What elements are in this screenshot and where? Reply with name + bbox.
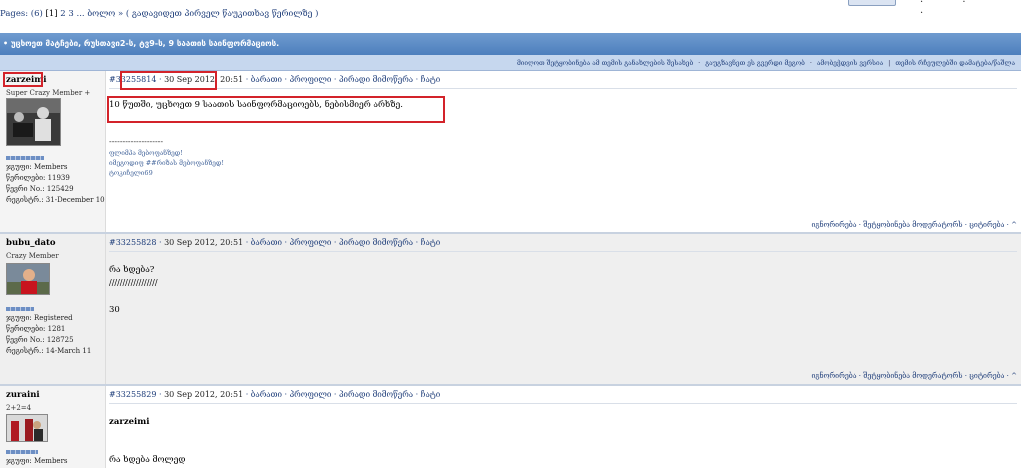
post: bubu_dato Crazy Member ჯგუფი: Registered…: [0, 234, 1021, 384]
post-date: 30 Sep 2012, 20:51: [164, 238, 244, 247]
avatar: [6, 263, 50, 295]
subscribe-link[interactable]: მიიღოთ შეტყობინება ამ თემის განახლების შ…: [517, 59, 693, 67]
top-bar: Pages: (6) [1] 2 3 ... ბოლო » ( გადავიდე…: [0, 0, 1024, 30]
post-number-link[interactable]: #33255829: [109, 390, 156, 399]
avatar: [6, 414, 48, 442]
post-author-stats: ჯგუფი: Registered წერილები: 1281 წევრი N…: [6, 314, 92, 355]
post-body-line: რა ხდება?: [109, 265, 155, 275]
topic-links-bar: მიიღოთ შეტყობინება ამ თემის განახლების შ…: [0, 55, 1021, 71]
post-actions[interactable]: · ბარათი · პროფილი · პირადი მიმოწერა · ჩ…: [243, 238, 441, 247]
post-author-name[interactable]: bubu_dato: [6, 238, 56, 248]
post-author-panel: bubu_dato Crazy Member ჯგუფი: Registered…: [0, 234, 106, 384]
pagination-pages[interactable]: 2 3 ...: [58, 9, 88, 19]
post-author-stats: ჯგუფი: Members: [6, 457, 68, 465]
highlight-box-body: [107, 96, 445, 123]
post-author-rank: 2+2=4: [6, 404, 32, 412]
post-header: #33255828 · 30 Sep 2012, 20:51 · ბარათი …: [109, 238, 441, 247]
pagination-current: [1]: [45, 9, 58, 19]
pagination: Pages: (6) [1] 2 3 ... ბოლო » ( გადავიდე…: [0, 9, 318, 19]
post-body-line: რა ხდება მოლედ: [109, 455, 186, 465]
print-version-link[interactable]: ამობეჭდვის ვერსია: [817, 59, 883, 67]
rank-stars: [6, 450, 38, 454]
post-body-line: //////////////////: [109, 278, 158, 287]
post-body-line: 30: [109, 305, 120, 315]
post-author-name[interactable]: zuraini: [6, 390, 40, 400]
highlight-box-date: [120, 71, 217, 90]
post-author-panel: zarzeimi Super Crazy Member + ჯგუფი: Mem…: [0, 71, 106, 233]
post-content: #33255828 · 30 Sep 2012, 20:51 · ბარათი …: [106, 234, 1021, 384]
jump-to-unread-link[interactable]: ( გადავიდეთ პირველ წაუკითხავ წერილზე ): [126, 9, 319, 19]
rank-stars: [6, 156, 44, 160]
post-footer-links[interactable]: იგნორირება · შეტყობინება მოდერატორს · ცი…: [812, 221, 1018, 229]
post-content: #33255829 · 30 Sep 2012, 20:51 · ბარათი …: [106, 386, 1021, 468]
send-page-link[interactable]: გაუგზავნეთ ეს გვერდი მეგობ: [705, 59, 805, 67]
rank-stars: [6, 307, 34, 311]
post: zuraini 2+2=4 ჯგუფი: Members #33255829 ·…: [0, 386, 1021, 468]
topic-title-bar: • უცხოეთ მატჩები, რუსთავი2-ს, ტვ9-ს, 9 ს…: [0, 33, 1021, 55]
post-date: 30 Sep 2012, 20:51: [164, 390, 244, 399]
post-author-stats: ჯგუფი: Members წერილები: 11939 წევრი No.…: [6, 163, 105, 204]
pagination-label: Pages: (6): [0, 9, 46, 19]
post-signature: ფლიმპა მებოფანზედ! იმეგოდიფ ##რიზას მებო…: [109, 149, 224, 177]
post-author-panel: zuraini 2+2=4 ჯგუფი: Members: [0, 386, 106, 468]
highlight-box-author: [3, 72, 43, 87]
post-footer-links[interactable]: იგნორირება · შეტყობინება მოდერატორს · ცი…: [812, 372, 1018, 380]
post-author-rank: Crazy Member: [6, 252, 59, 260]
post-actions[interactable]: · ბარათი · პროფილი · პირადი მიმოწერა · ჩ…: [243, 390, 441, 399]
post-header: #33255829 · 30 Sep 2012, 20:51 · ბარათი …: [109, 390, 441, 399]
post-number-link[interactable]: #33255828: [109, 238, 156, 247]
reply-button[interactable]: [848, 0, 896, 6]
avatar: [6, 98, 61, 146]
post-author-rank: Super Crazy Member +: [6, 89, 91, 97]
pagination-last[interactable]: ბოლო »: [87, 9, 123, 19]
top-toolbar-icons: · · ·: [920, 0, 984, 19]
post-actions[interactable]: · ბარათი · პროფილი · პირადი მიმოწერა · ჩ…: [243, 75, 441, 84]
topic-title: • უცხოეთ მატჩები, რუსთავი2-ს, ტვ9-ს, 9 ს…: [3, 39, 280, 48]
quote-author: zarzeimi: [109, 417, 150, 427]
signature-separator: --------------------: [109, 137, 164, 146]
favorites-link[interactable]: თემის რჩეულებში დამატება/წაშლა: [895, 59, 1015, 67]
